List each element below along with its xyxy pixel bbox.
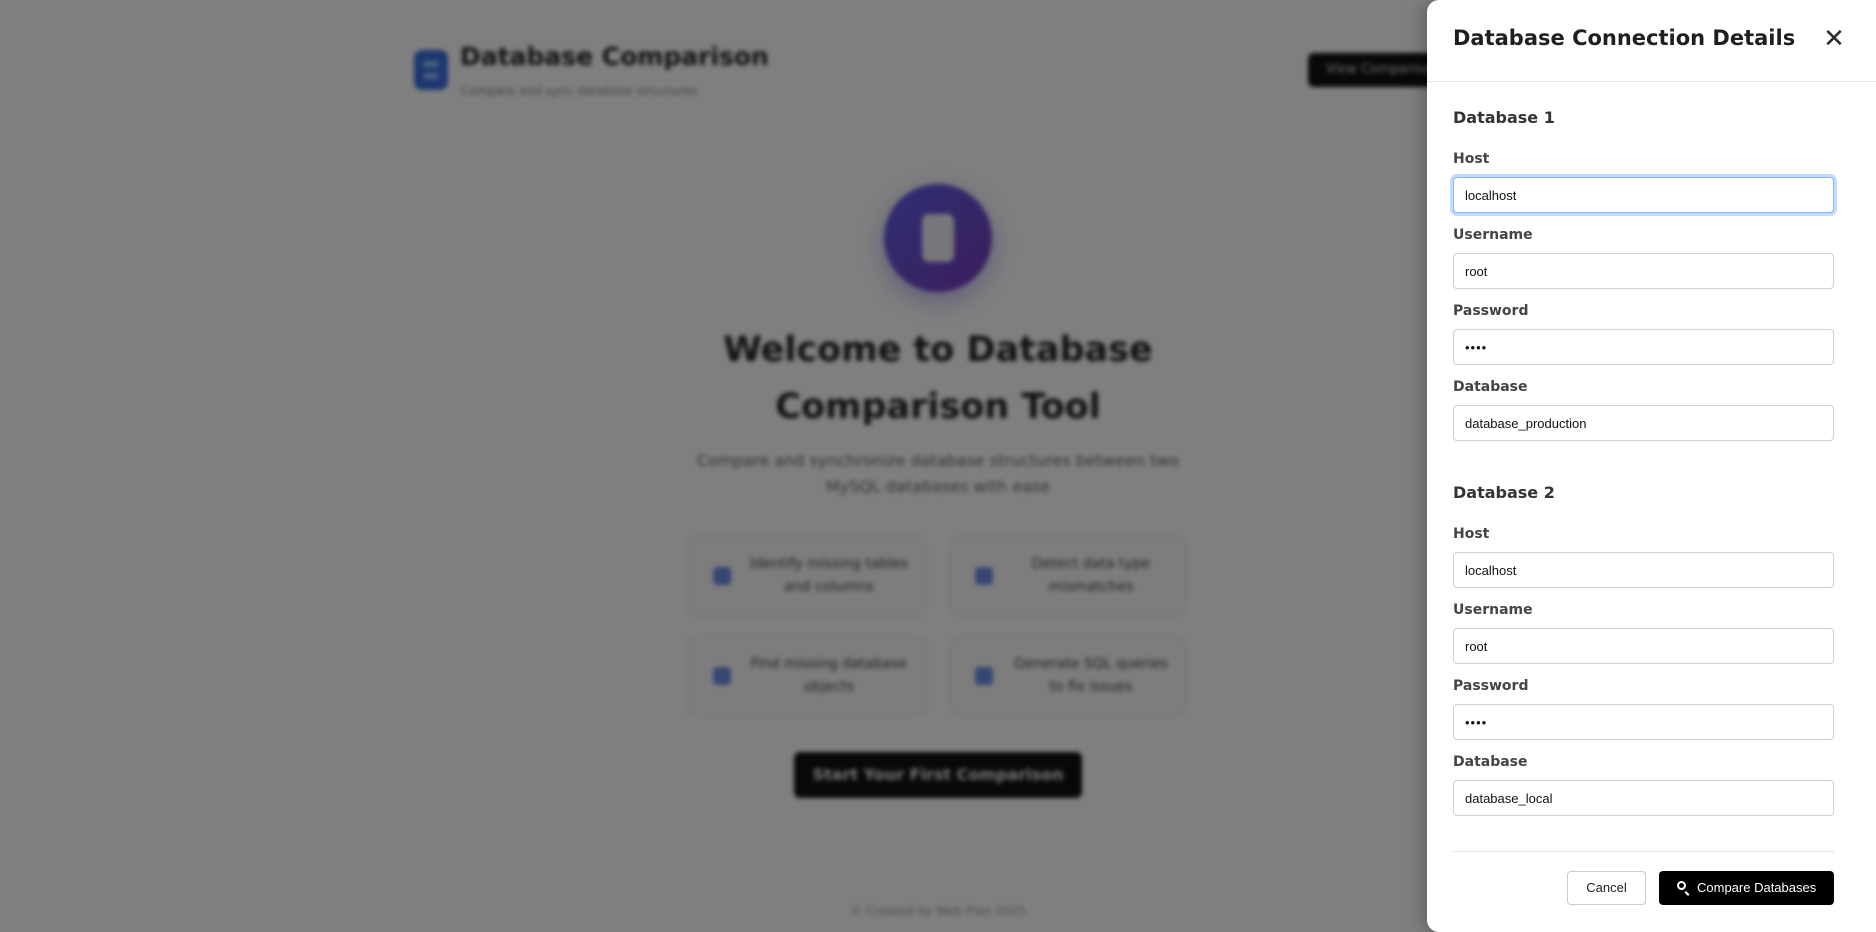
- connection-details-panel: Database Connection Details ✕ Database 1…: [1427, 0, 1876, 932]
- db2-username-input[interactable]: [1453, 628, 1834, 664]
- compare-databases-button[interactable]: Compare Databases: [1659, 871, 1834, 905]
- database-1-heading: Database 1: [1453, 108, 1555, 127]
- db2-host-label: Host: [1453, 526, 1490, 542]
- panel-header: Database Connection Details ✕: [1427, 0, 1876, 82]
- db1-database-label: Database: [1453, 379, 1528, 395]
- db1-username-label: Username: [1453, 227, 1533, 243]
- db1-password-label: Password: [1453, 303, 1529, 319]
- compare-button-label: Compare Databases: [1697, 880, 1817, 895]
- db2-password-label: Password: [1453, 678, 1529, 694]
- db2-username-label: Username: [1453, 602, 1533, 618]
- db2-database-input[interactable]: [1453, 780, 1834, 816]
- db1-username-input[interactable]: [1453, 253, 1834, 289]
- close-icon[interactable]: ✕: [1819, 22, 1849, 56]
- db2-host-input[interactable]: [1453, 552, 1834, 588]
- db1-host-label: Host: [1453, 151, 1490, 167]
- db1-database-input[interactable]: [1453, 405, 1834, 441]
- db2-password-input[interactable]: [1453, 704, 1834, 740]
- search-icon: [1677, 881, 1686, 890]
- cancel-button[interactable]: Cancel: [1567, 871, 1646, 905]
- db1-host-input[interactable]: [1453, 177, 1834, 213]
- footer-divider: [1453, 851, 1834, 852]
- database-2-heading: Database 2: [1453, 483, 1555, 502]
- panel-title: Database Connection Details: [1453, 26, 1796, 50]
- db1-password-input[interactable]: [1453, 329, 1834, 365]
- db2-database-label: Database: [1453, 754, 1528, 770]
